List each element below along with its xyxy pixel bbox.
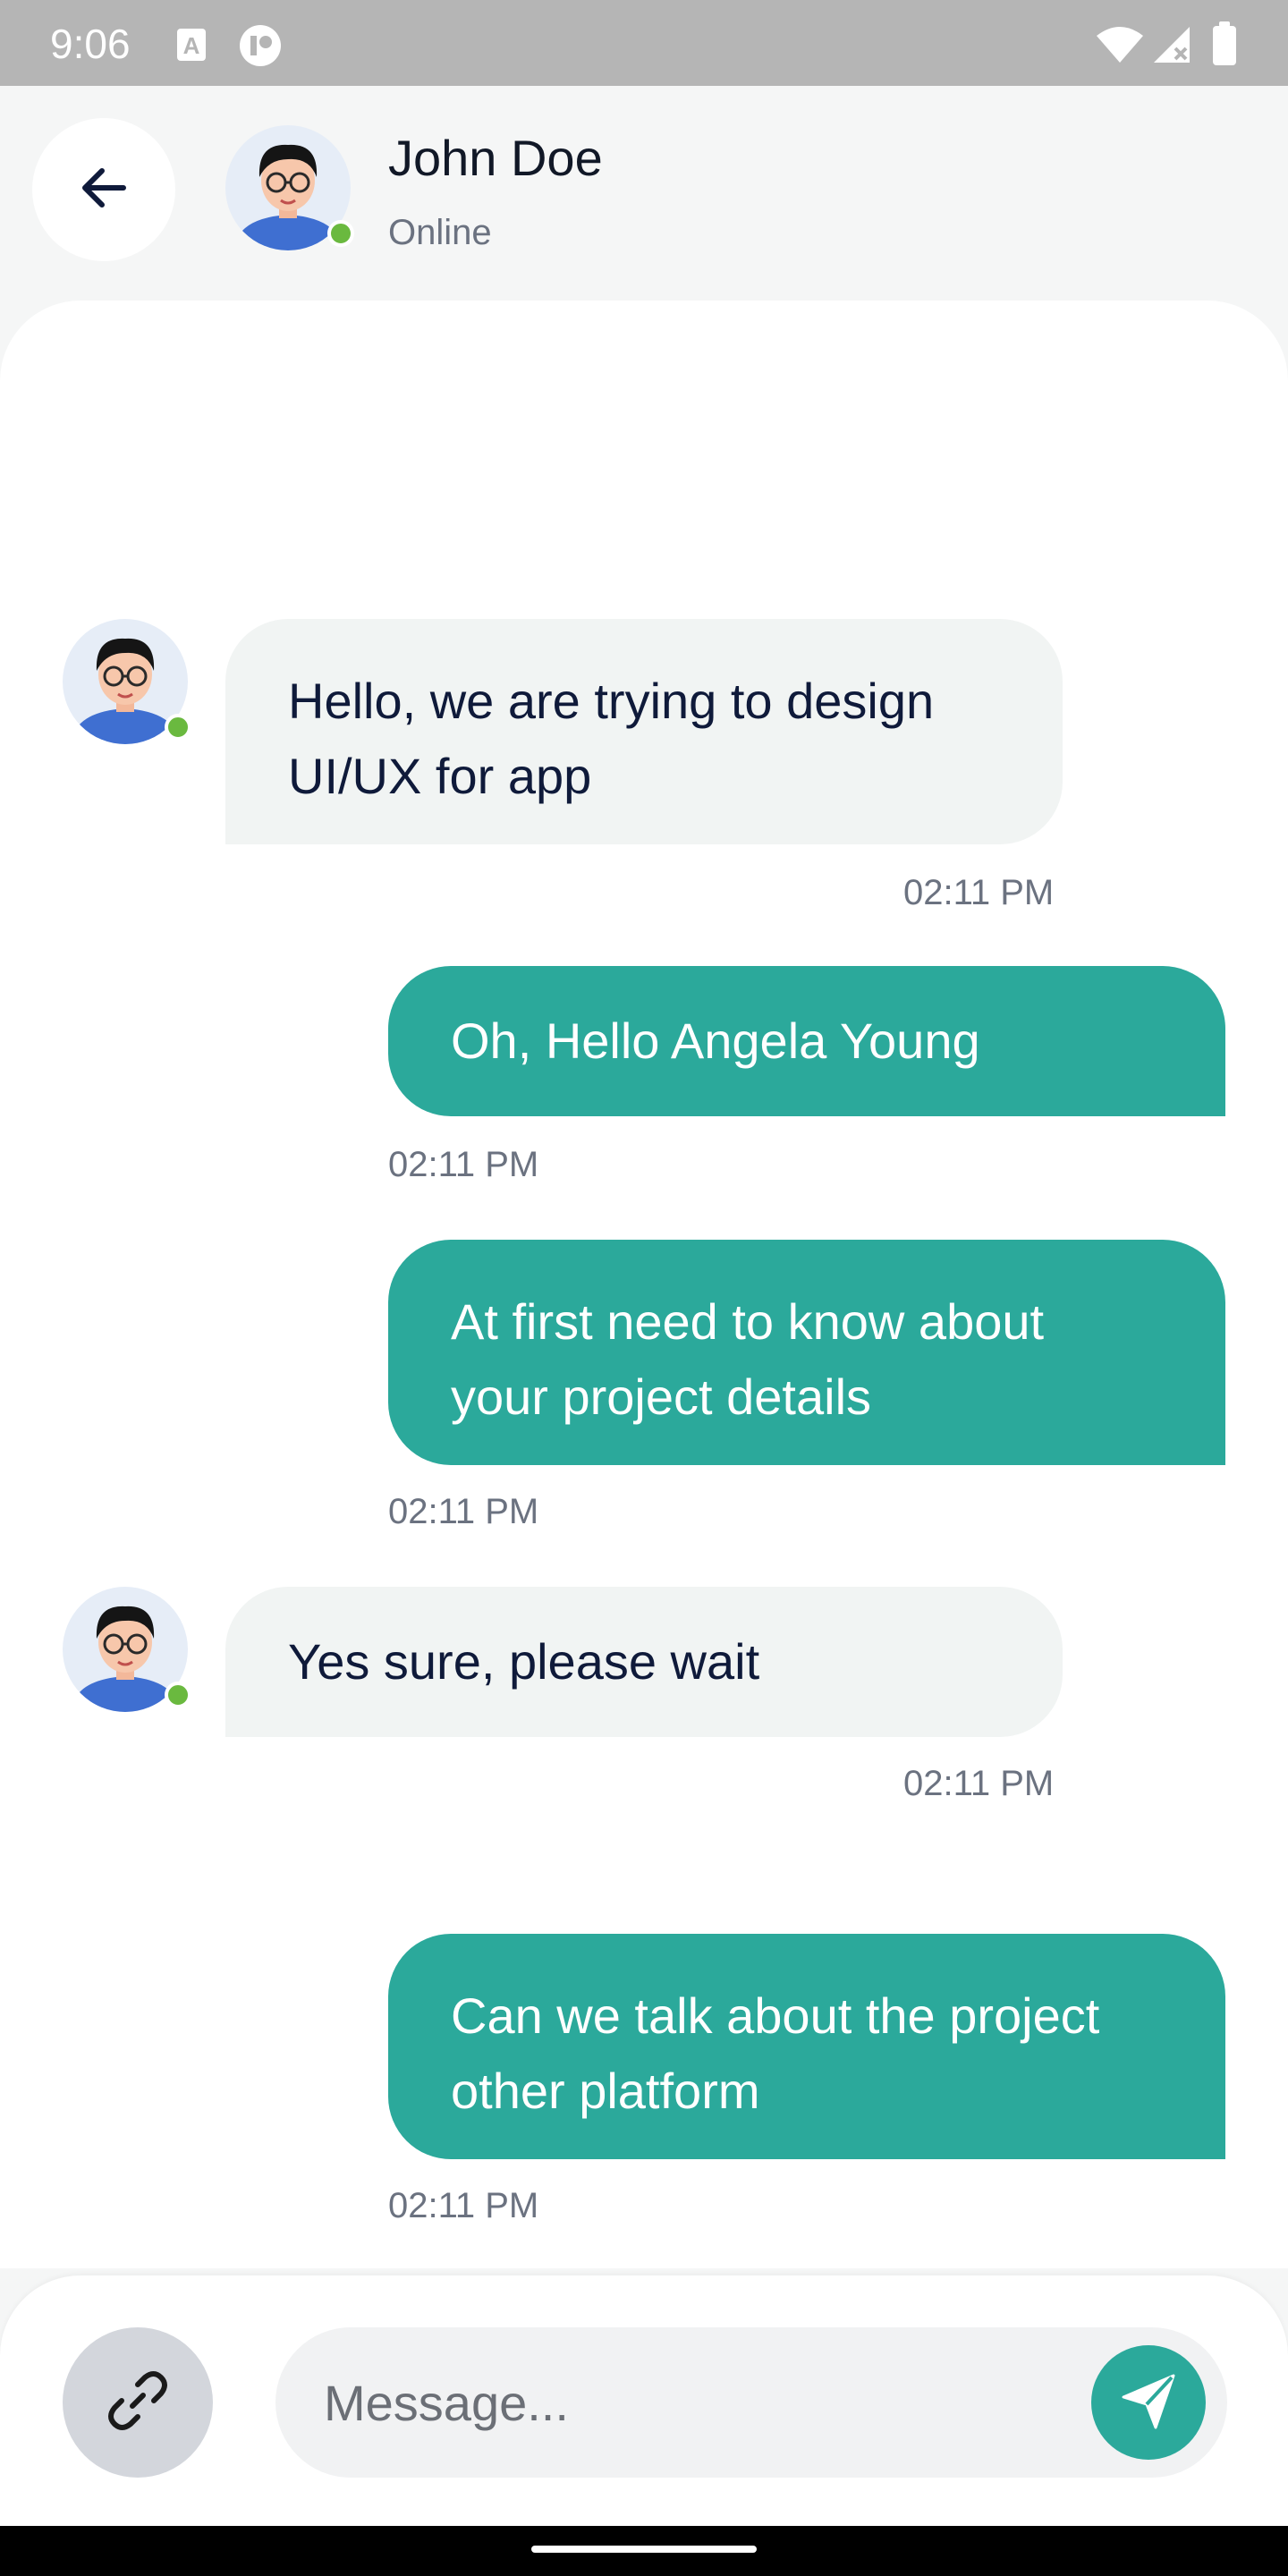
message-input-wrapper: [275, 2327, 1227, 2478]
message-bubble-incoming[interactable]: Hello, we are trying to design UI/UX for…: [225, 619, 1063, 844]
sender-avatar[interactable]: [63, 619, 191, 744]
send-button[interactable]: [1091, 2345, 1206, 2460]
online-indicator: [165, 1682, 191, 1708]
app-notification-icon: [238, 23, 283, 72]
message-bubble-incoming[interactable]: Yes sure, please wait: [225, 1587, 1063, 1737]
contact-name: John Doe: [388, 130, 603, 186]
message-text-line: Hello, we are trying to design: [288, 673, 935, 729]
message-time: 02:11 PM: [388, 1492, 539, 1531]
status-bar: 9:06 A: [0, 0, 1288, 86]
message-composer: [0, 2275, 1288, 2526]
back-button[interactable]: [32, 118, 175, 261]
contact-status: Online: [388, 213, 492, 252]
message-bubble-outgoing[interactable]: At first need to know about your project…: [388, 1240, 1225, 1465]
message-text-line: Can we talk about the project: [451, 1987, 1100, 2044]
svg-text:A: A: [183, 32, 200, 59]
message-text-line: UI/UX for app: [288, 748, 592, 804]
link-icon: [102, 2365, 174, 2441]
message-text-line: other platform: [451, 2063, 760, 2119]
send-icon: [1116, 2368, 1181, 2437]
message-bubble-outgoing[interactable]: Can we talk about the project other plat…: [388, 1934, 1225, 2159]
status-time: 9:06: [50, 21, 131, 67]
message-time: 02:11 PM: [388, 2186, 539, 2225]
message-time: 02:11 PM: [388, 1145, 539, 1184]
contact-avatar[interactable]: [225, 125, 354, 250]
online-indicator: [327, 220, 354, 247]
sender-avatar[interactable]: [63, 1587, 191, 1712]
attach-button[interactable]: [63, 2327, 213, 2478]
home-indicator[interactable]: [531, 2546, 757, 2553]
online-indicator: [165, 714, 191, 741]
system-nav-bar: [0, 2526, 1288, 2576]
message-text-line: Yes sure, please wait: [288, 1633, 760, 1690]
message-text-line: At first need to know about: [451, 1293, 1045, 1350]
arrow-left-icon: [75, 159, 132, 221]
message-time: 02:11 PM: [903, 873, 1055, 912]
signal-no-service-icon: [1150, 25, 1193, 69]
message-time: 02:11 PM: [903, 1764, 1055, 1803]
message-text-line: Oh, Hello Angela Young: [451, 1013, 980, 1069]
text-recognition-icon: A: [175, 27, 208, 67]
message-bubble-outgoing[interactable]: Oh, Hello Angela Young: [388, 966, 1225, 1116]
wifi-icon: [1095, 25, 1145, 69]
chat-header: John Doe Online: [0, 86, 1288, 301]
message-input[interactable]: [324, 2327, 1039, 2478]
battery-icon: [1211, 21, 1238, 71]
message-text-line: your project details: [451, 1368, 872, 1425]
